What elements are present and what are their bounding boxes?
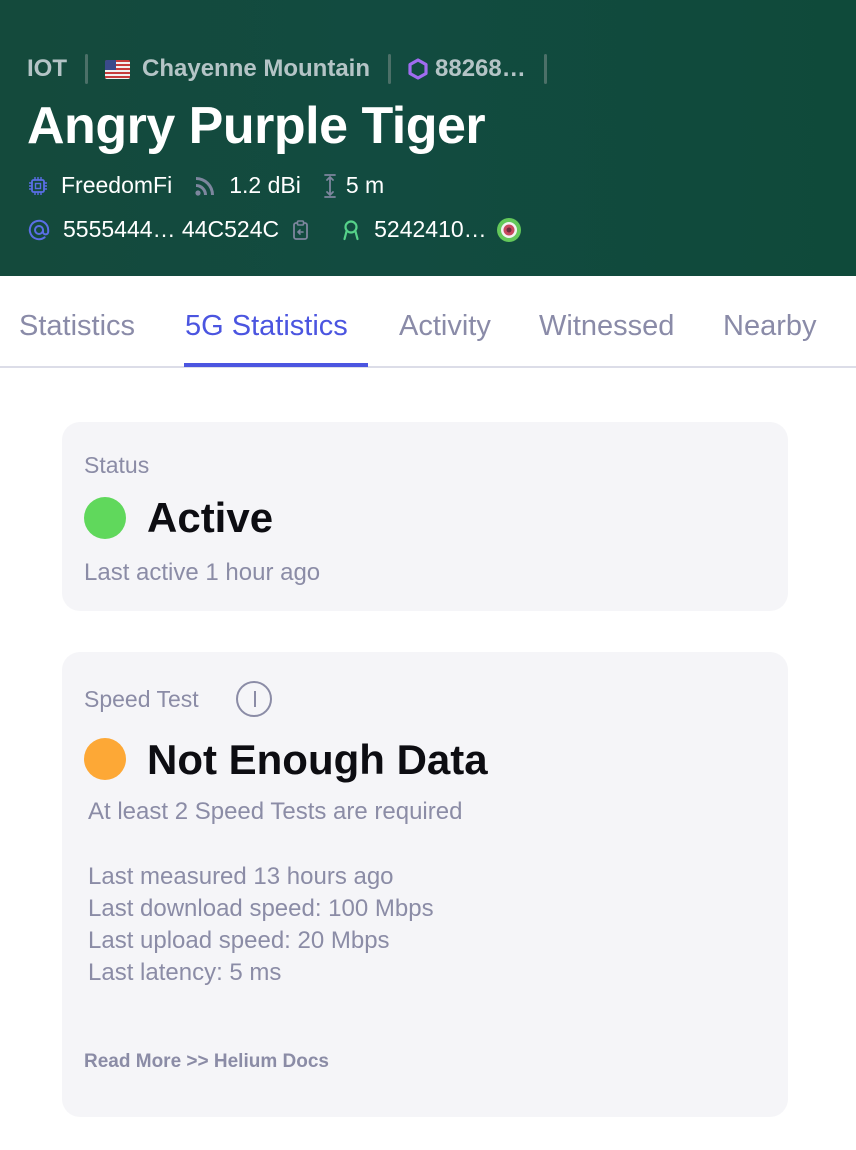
tab-witnessed[interactable]: Witnessed [539,310,674,343]
breadcrumb: IOT Chayenne Mountain 88268… [27,52,564,86]
last-upload-speed: Last upload speed: 20 Mbps [88,927,390,954]
status-indicator [84,497,126,539]
last-download-speed: Last download speed: 100 Mbps [88,895,434,922]
tab-bar: Statistics 5G Statistics Activity Witnes… [0,276,856,368]
tab-statistics[interactable]: Statistics [19,310,135,343]
at-icon [28,219,50,241]
info-icon[interactable] [236,681,272,717]
speed-test-indicator [84,738,126,780]
address-label: 5555444… 44C524C [63,216,280,242]
hotspot-specs: FreedomFi 1.2 dBi 5 m [28,172,406,199]
chip-icon [28,176,48,196]
last-latency: Last latency: 5 ms [88,959,282,986]
page-title: Angry Purple Tiger [27,97,486,155]
maker-info: FreedomFi [28,172,172,199]
owner-label: 5242410… [374,216,487,242]
signal-icon [194,175,216,197]
maker-label: FreedomFi [61,172,173,198]
hexagon-icon [408,58,428,80]
breadcrumb-divider [85,54,88,84]
hotspot-ids: 5555444… 44C524C 5242410… [28,216,544,243]
speed-test-value: Not Enough Data [147,736,488,783]
hotspot-header: IOT Chayenne Mountain 88268… Angry Purpl… [0,0,856,276]
user-icon [341,219,361,241]
status-subtext: Last active 1 hour ago [84,559,321,586]
status-value: Active [147,494,274,541]
active-tab-indicator [184,363,368,367]
breadcrumb-location-label: Chayenne Mountain [142,55,371,82]
elevation-label: 5 m [345,172,385,198]
us-flag-icon [105,59,130,79]
breadcrumb-hex[interactable]: 88268… [408,55,526,83]
address-info: 5555444… 44C524C [28,216,311,243]
elevation-info: 5 m [323,172,384,199]
speed-test-requirement: At least 2 Speed Tests are required [88,798,463,825]
breadcrumb-network[interactable]: IOT [27,55,67,83]
speed-test-label: Speed Test [84,686,199,712]
antenna-gain-label: 1.2 dBi [229,172,301,198]
owner-info[interactable]: 5242410… [341,216,522,243]
status-card: Status Active Last active 1 hour ago [62,422,788,611]
last-measured: Last measured 13 hours ago [88,863,394,890]
elevation-icon [323,173,337,199]
speed-test-details: Last measured 13 hours ago Last download… [88,861,434,989]
read-more-link[interactable]: Read More >> Helium Docs [84,1051,329,1073]
breadcrumb-divider [543,54,547,84]
breadcrumb-hex-label: 88268… [435,55,526,82]
status-label: Status [84,452,150,478]
copy-icon[interactable] [291,219,311,241]
breadcrumb-location[interactable]: Chayenne Mountain [105,55,370,83]
tab-nearby[interactable]: Nearby [723,310,817,343]
target-avatar-icon [496,217,522,243]
antenna-gain-info: 1.2 dBi [194,172,301,199]
speed-test-card: Speed Test Not Enough Data At least 2 Sp… [62,652,788,1117]
tab-5g-statistics[interactable]: 5G Statistics [185,310,348,343]
breadcrumb-divider [388,54,392,84]
tab-activity[interactable]: Activity [399,310,491,343]
